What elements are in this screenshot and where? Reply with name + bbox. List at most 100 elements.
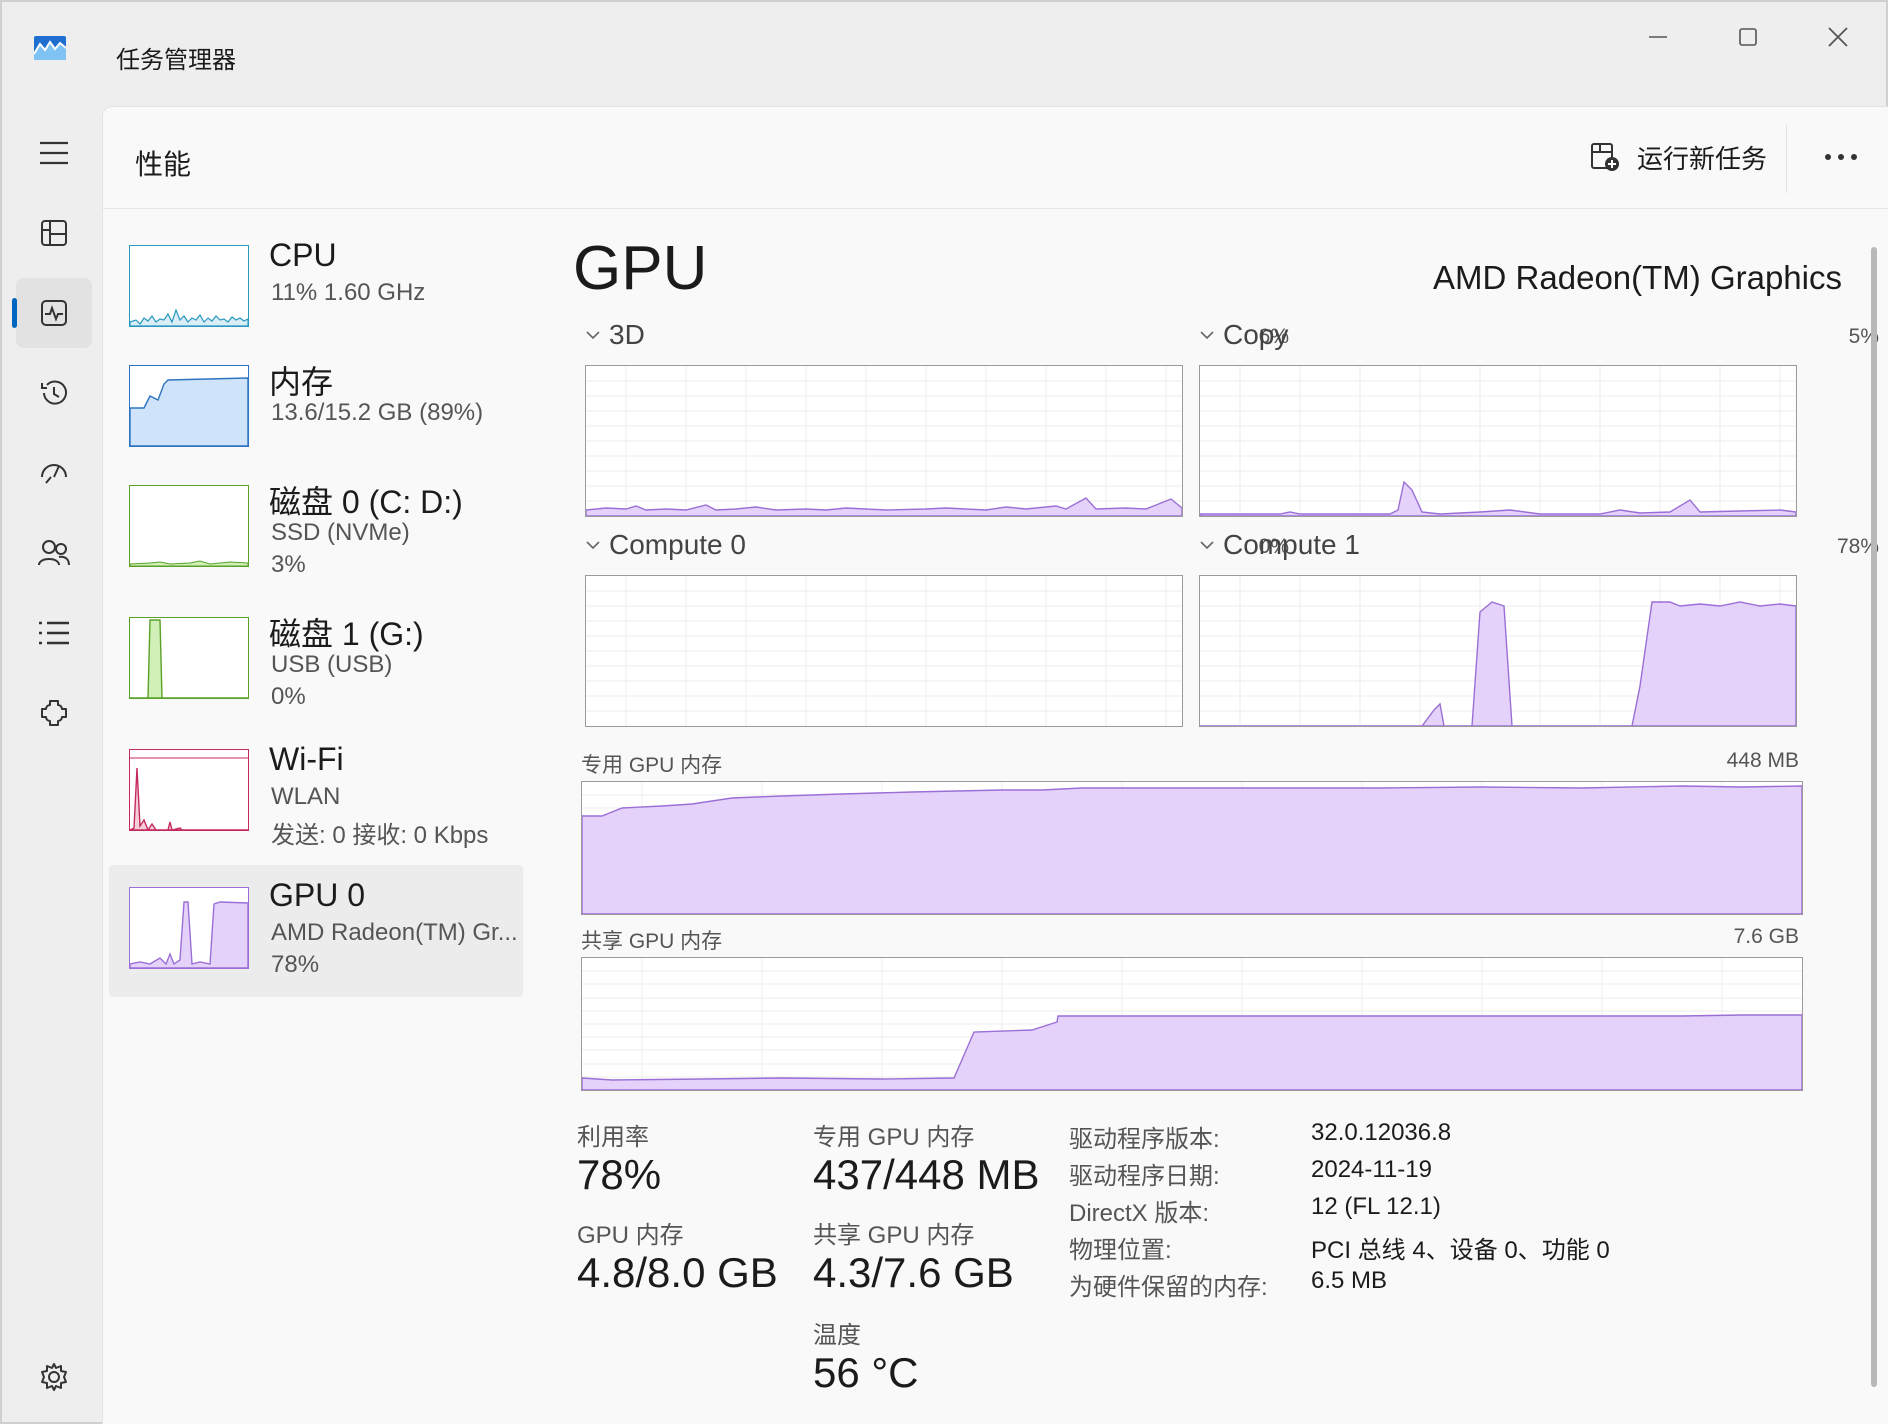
resource-title: 磁盘 1 (G:): [269, 616, 424, 652]
startup-apps-icon: [41, 464, 67, 484]
resource-throughput: 发送: 0 接收: 0 Kbps: [271, 822, 489, 849]
resource-disk-1[interactable]: 磁盘 1 (G:) USB (USB) 0%: [109, 605, 523, 737]
wifi-thumbnail-graph: [129, 749, 249, 831]
graph-3d: [585, 365, 1183, 517]
maximize-button[interactable]: [1708, 12, 1788, 62]
resource-gpu-0[interactable]: GPU 0 AMD Radeon(TM) Gr... 78%: [109, 865, 523, 997]
resource-title: 磁盘 0 (C: D:): [269, 484, 463, 520]
main-panel: 性能 运行新任务 CPU 11% 1.60 GHz 内存 13.6/15.2 G…: [102, 106, 1888, 1424]
close-button[interactable]: [1798, 12, 1878, 62]
directx-version-value: 12 (FL 12.1): [1311, 1193, 1441, 1220]
resource-detail: WLAN: [271, 783, 341, 810]
engine-label: Compute 0: [609, 529, 746, 560]
engine-selector-copy[interactable]: Copy: [1199, 319, 1288, 351]
graph-compute-1: [1199, 575, 1797, 727]
reserved-memory-label: 为硬件保留的内存:: [1069, 1274, 1268, 1301]
engine-selector-3d[interactable]: 3D: [585, 319, 645, 351]
nav-users[interactable]: [16, 518, 92, 588]
dedicated-memory-label: 专用 GPU 内存: [813, 1124, 975, 1151]
chevron-down-icon: [586, 541, 600, 550]
engine-percent: 5%: [1848, 325, 1879, 348]
shared-memory-graph-max: 7.6 GB: [1733, 925, 1799, 948]
page-header: 性能 运行新任务: [103, 107, 1888, 209]
resource-disk-0[interactable]: 磁盘 0 (C: D:) SSD (NVMe) 3%: [109, 473, 523, 605]
resource-detail: AMD Radeon(TM) Gr...: [271, 919, 518, 946]
active-nav-indicator: [12, 298, 17, 328]
task-manager-logo-icon: [34, 36, 66, 60]
performance-icon: [41, 300, 67, 326]
run-new-task-button[interactable]: 运行新任务: [1589, 137, 1767, 177]
resource-detail: USB (USB): [271, 651, 393, 678]
more-options-button[interactable]: [1813, 135, 1869, 179]
engine-percent: 78%: [1836, 535, 1879, 558]
engine-label: Compute 1: [1223, 529, 1360, 560]
resource-detail: 13.6/15.2 GB (89%): [271, 399, 484, 426]
shared-memory-value: 4.3/7.6 GB: [813, 1249, 1014, 1296]
nav-startup-apps[interactable]: [16, 438, 92, 508]
physical-location-label: 物理位置:: [1069, 1237, 1172, 1264]
engine-label: 3D: [609, 319, 645, 350]
resource-usage: 0%: [271, 683, 306, 710]
app-history-icon: [41, 380, 67, 405]
resource-title: CPU: [269, 237, 337, 273]
utilization-value: 78%: [577, 1151, 662, 1198]
driver-date-label: 驱动程序日期:: [1069, 1163, 1220, 1190]
shared-memory-graph-label: 共享 GPU 内存: [581, 930, 723, 953]
resource-cpu[interactable]: CPU 11% 1.60 GHz: [109, 233, 523, 365]
chevron-down-icon: [586, 331, 600, 340]
dedicated-memory-graph-max: 448 MB: [1726, 749, 1799, 772]
directx-version-label: DirectX 版本:: [1069, 1200, 1210, 1227]
engine-selector-compute-0[interactable]: Compute 0: [585, 529, 746, 561]
gpu-model-name: AMD Radeon(TM) Graphics: [1433, 259, 1842, 296]
resource-usage: 3%: [271, 551, 306, 578]
nav-details[interactable]: [16, 598, 92, 668]
resource-title: GPU 0: [269, 877, 366, 913]
resource-memory[interactable]: 内存 13.6/15.2 GB (89%): [109, 353, 523, 485]
nav-performance[interactable]: [16, 278, 92, 348]
window-title: 任务管理器: [116, 47, 236, 74]
detail-heading: GPU: [573, 234, 708, 303]
shared-memory-label: 共享 GPU 内存: [813, 1222, 975, 1249]
dedicated-memory-graph-label: 专用 GPU 内存: [581, 754, 723, 777]
engine-label: Copy: [1223, 319, 1289, 350]
memory-thumbnail-graph: [129, 365, 249, 447]
gpu-memory-value: 4.8/8.0 GB: [577, 1249, 778, 1296]
nav-processes[interactable]: [16, 198, 92, 268]
graph-shared-gpu-memory: [581, 957, 1803, 1091]
page-title: 性能: [135, 149, 192, 180]
resource-detail: SSD (NVMe): [271, 519, 410, 546]
nav-settings[interactable]: [16, 1342, 92, 1412]
resource-detail: 11% 1.60 GHz: [271, 279, 426, 306]
engine-selector-compute-1[interactable]: Compute 1: [1199, 529, 1360, 561]
graph-copy: [1199, 365, 1797, 517]
users-icon: [38, 540, 70, 566]
graph-compute-0: [585, 575, 1183, 727]
disk1-thumbnail-graph: [129, 617, 249, 699]
chevron-down-icon: [1200, 541, 1214, 550]
run-new-task-label: 运行新任务: [1637, 143, 1768, 174]
driver-version-label: 驱动程序版本:: [1069, 1126, 1220, 1153]
reserved-memory-value: 6.5 MB: [1311, 1267, 1388, 1294]
physical-location-value: PCI 总线 4、设备 0、功能 0: [1311, 1237, 1610, 1264]
processes-icon: [41, 220, 67, 246]
menu-icon: [40, 141, 68, 165]
resource-title: Wi-Fi: [269, 741, 344, 777]
nav-menu-button[interactable]: [16, 118, 92, 188]
disk0-thumbnail-graph: [129, 485, 249, 567]
resource-title: 内存: [269, 364, 334, 400]
driver-version-value: 32.0.12036.8: [1311, 1119, 1452, 1146]
nav-app-history[interactable]: [16, 358, 92, 428]
temperature-label: 温度: [813, 1322, 861, 1349]
resource-wifi[interactable]: Wi-Fi WLAN 发送: 0 接收: 0 Kbps: [109, 737, 523, 869]
vertical-scrollbar[interactable]: [1871, 247, 1877, 1387]
gpu-thumbnail-graph: [129, 887, 249, 969]
header-divider: [1786, 125, 1787, 193]
services-icon: [41, 700, 67, 726]
utilization-label: 利用率: [577, 1124, 649, 1151]
cpu-thumbnail-graph: [129, 245, 249, 327]
minimize-button[interactable]: [1618, 12, 1698, 62]
graph-dedicated-gpu-memory: [581, 781, 1803, 915]
resource-usage: 78%: [271, 951, 320, 978]
nav-services[interactable]: [16, 678, 92, 748]
gpu-memory-label: GPU 内存: [577, 1222, 684, 1249]
